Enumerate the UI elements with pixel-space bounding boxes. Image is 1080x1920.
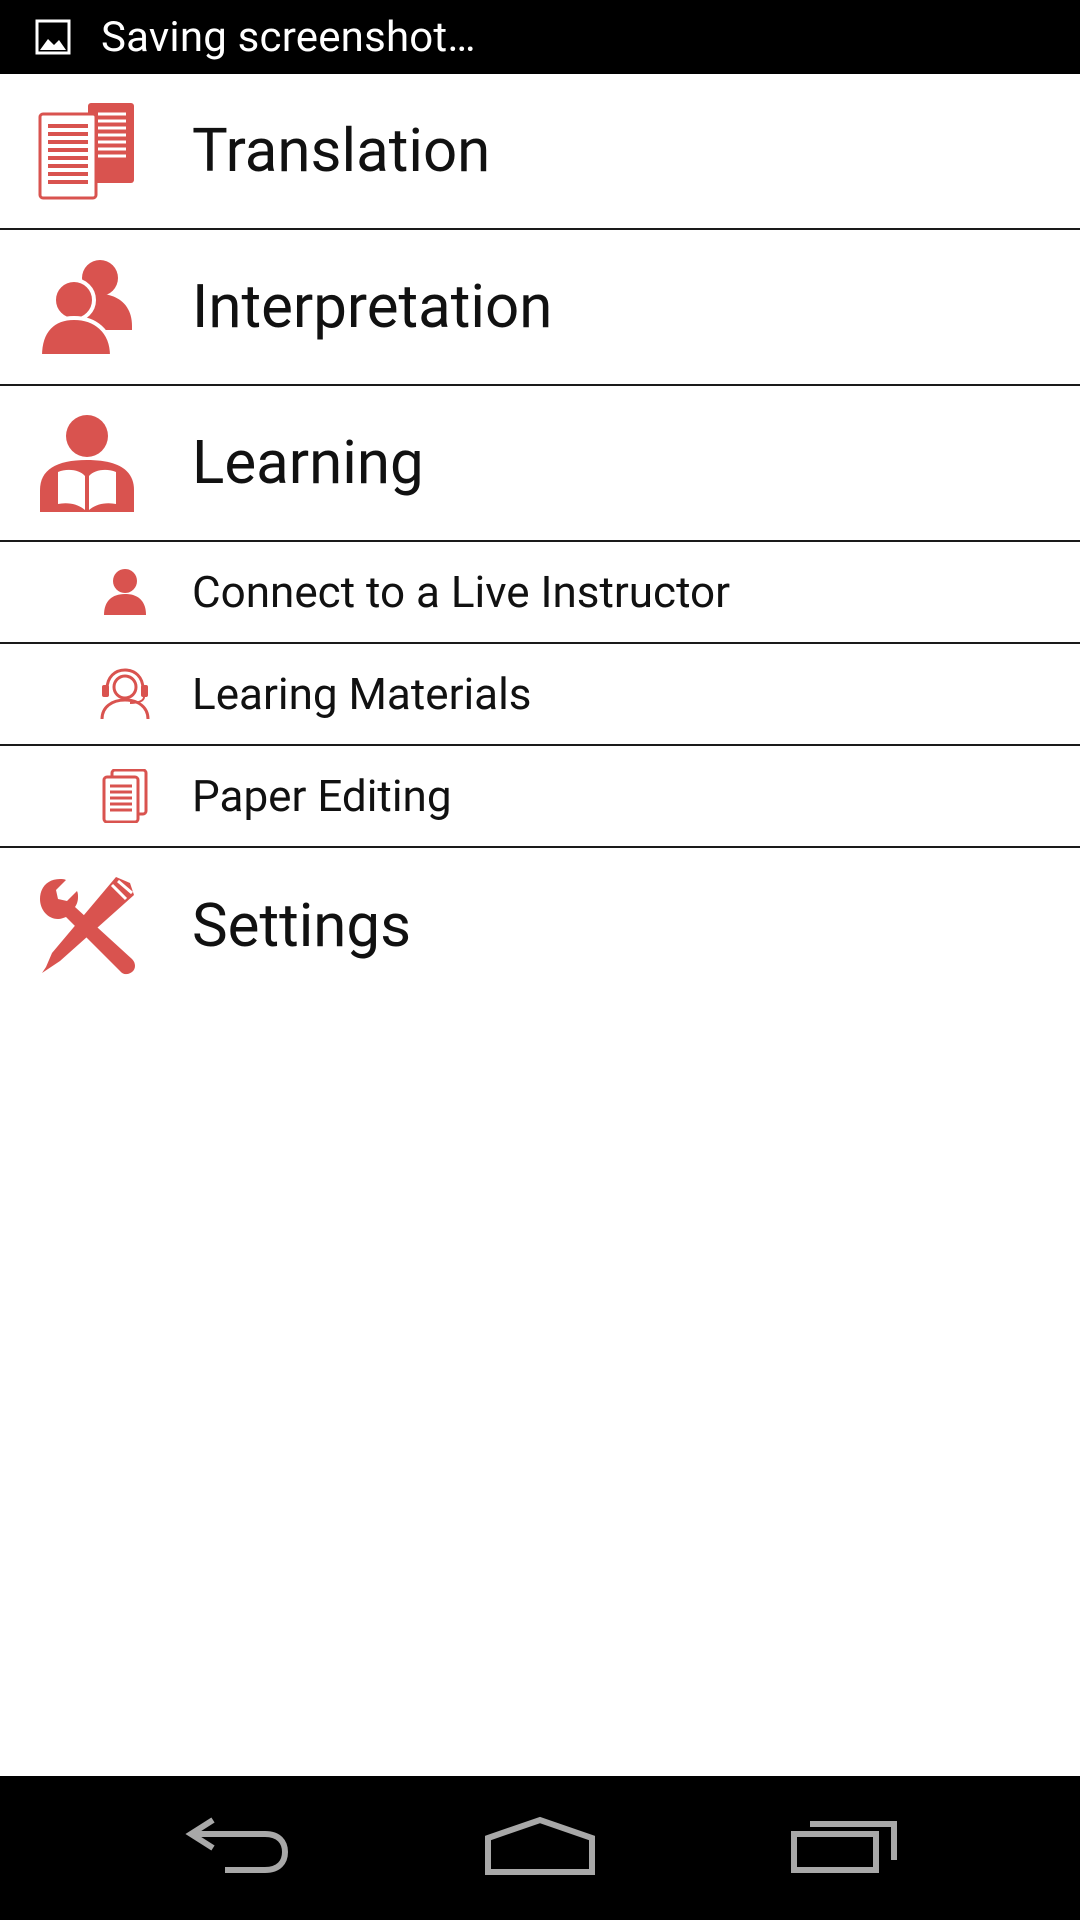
documents-icon [38, 102, 136, 200]
menu-item-label: Interpretation [192, 271, 553, 342]
menu-item-translation[interactable]: Translation [0, 74, 1080, 230]
home-icon [484, 1816, 596, 1880]
document-icon [98, 769, 152, 823]
recent-apps-icon [790, 1818, 898, 1878]
main-menu: Translation Interpretation Learning Conn… [0, 74, 1080, 1004]
status-bar: Saving screenshot… [0, 0, 1080, 74]
menu-item-label: Translation [192, 115, 491, 186]
menu-item-settings[interactable]: Settings [0, 848, 1080, 1004]
person-icon [98, 565, 152, 619]
back-icon [185, 1816, 295, 1880]
screen: Saving screenshot… Translation Interpret… [0, 0, 1080, 1920]
person-reading-icon [38, 414, 136, 512]
navigation-bar [0, 1776, 1080, 1920]
menu-item-label: Learing Materials [192, 668, 532, 720]
menu-item-label: Connect to a Live Instructor [192, 566, 731, 618]
menu-item-learning-materials[interactable]: Learing Materials [0, 644, 1080, 746]
menu-item-live-instructor[interactable]: Connect to a Live Instructor [0, 542, 1080, 644]
headset-icon [98, 667, 152, 721]
menu-item-learning[interactable]: Learning [0, 386, 1080, 542]
home-button[interactable] [450, 1776, 630, 1920]
menu-item-paper-editing[interactable]: Paper Editing [0, 746, 1080, 848]
menu-item-label: Learning [192, 427, 424, 498]
tools-icon [38, 877, 136, 975]
status-notification-text: Saving screenshot… [101, 12, 476, 62]
menu-item-interpretation[interactable]: Interpretation [0, 230, 1080, 386]
menu-item-label: Settings [192, 890, 412, 961]
menu-item-label: Paper Editing [192, 770, 452, 822]
image-icon [35, 19, 71, 55]
recent-apps-button[interactable] [754, 1776, 934, 1920]
back-button[interactable] [150, 1776, 330, 1920]
people-icon [38, 258, 136, 356]
